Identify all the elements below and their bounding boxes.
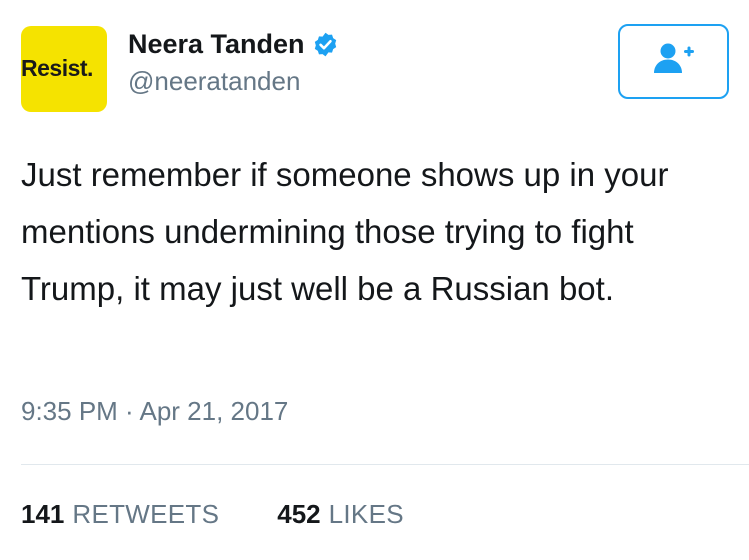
likes-stat[interactable]: 452 LIKES [277, 499, 404, 530]
author-name-row: Neera Tanden [128, 28, 339, 60]
tweet-stats: 141 RETWEETS 452 LIKES [21, 499, 404, 530]
tweet-card: Resist. Neera Tanden @neeratanden Just r… [0, 0, 749, 560]
add-user-icon [652, 41, 696, 82]
tweet-timestamp[interactable]: 9:35 PM · Apr 21, 2017 [21, 396, 288, 427]
retweets-label: RETWEETS [72, 499, 220, 529]
author-handle[interactable]: @neeratanden [128, 66, 300, 97]
verified-badge-icon [312, 31, 339, 58]
author-display-name[interactable]: Neera Tanden [128, 29, 305, 60]
likes-count: 452 [277, 499, 321, 529]
avatar[interactable]: Resist. [21, 26, 107, 112]
stats-divider [21, 464, 749, 465]
retweets-stat[interactable]: 141 RETWEETS [21, 499, 219, 530]
likes-label: LIKES [328, 499, 404, 529]
retweets-count: 141 [21, 499, 65, 529]
tweet-text: Just remember if someone shows up in you… [21, 156, 669, 307]
avatar-label: Resist. [21, 55, 93, 81]
follow-button[interactable] [618, 24, 729, 99]
